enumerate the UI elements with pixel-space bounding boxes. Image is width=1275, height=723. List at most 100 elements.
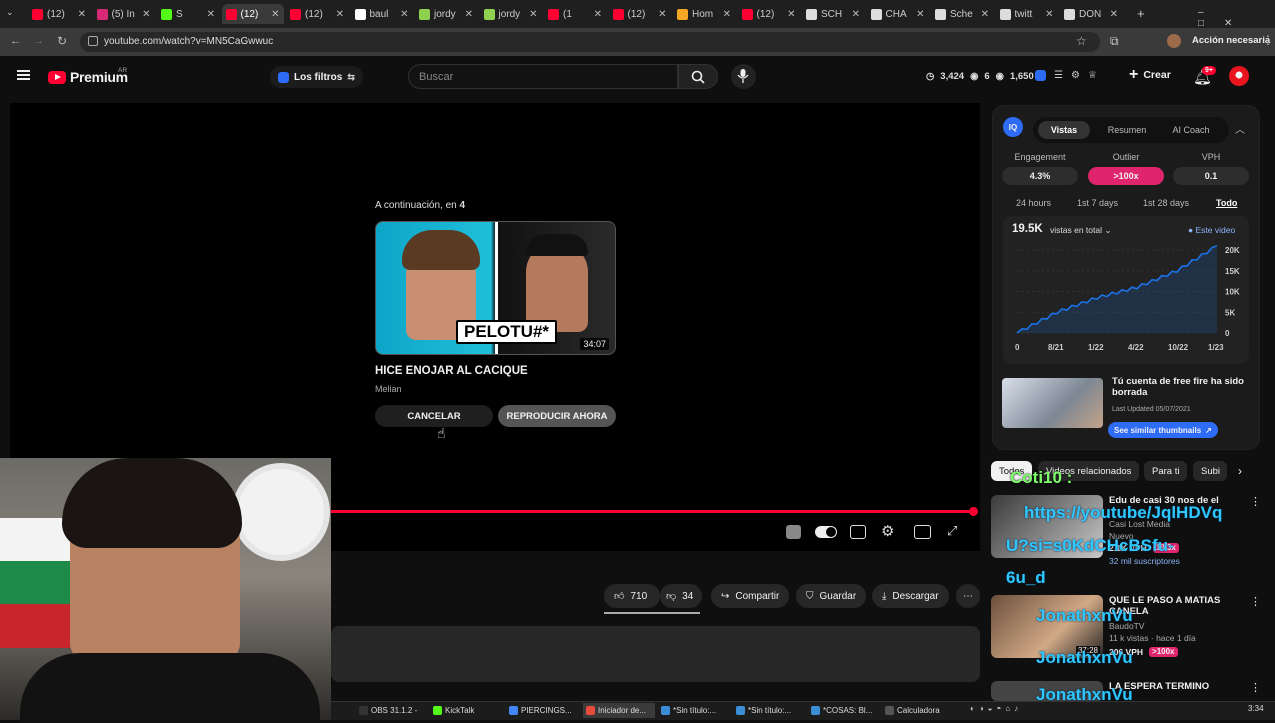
rec-more-icon[interactable]: ⋮ [1250,681,1261,694]
similar-thumbnails-button[interactable]: See similar thumbnails↗ [1108,422,1218,438]
tab-close-icon[interactable]: ✕ [658,9,666,20]
share-button[interactable]: ↪Compartir [711,584,789,608]
subtitles-icon[interactable] [850,525,866,539]
more-actions-button[interactable]: ⋯ [956,584,980,608]
tab-close-icon[interactable]: ✕ [529,9,537,20]
tab-close-icon[interactable]: ✕ [336,9,344,20]
bookmark-star-icon[interactable]: ☆ [1076,34,1087,48]
menu-icon[interactable]: ⋮ [1262,33,1274,47]
browser-tab[interactable]: (5) In✕ [93,4,155,24]
vidiq-toolbar[interactable]: ☰ ⚙ ♕ [1035,70,1097,81]
browser-tab[interactable]: jordy✕ [415,4,477,24]
profile-avatar[interactable] [1167,34,1181,48]
tab-close-icon[interactable]: ✕ [271,9,279,20]
up-next-thumbnail[interactable]: PELOTU#* 34:07 [375,221,616,355]
up-next-title[interactable]: HICE ENOJAR AL CACIQUE [375,365,528,377]
range-all[interactable]: Todo [1216,198,1237,208]
tab-close-icon[interactable]: ✕ [594,9,602,20]
taskbar-item[interactable]: PIERCINGS... [506,703,578,718]
rec-more-icon[interactable]: ⋮ [1250,595,1261,608]
browser-tab[interactable]: jordy✕ [480,4,542,24]
browser-tab[interactable]: Sche✕ [931,4,993,24]
taskbar-item[interactable]: *COSAS: Bl... [808,703,880,718]
tab-close-icon[interactable]: ✕ [1110,9,1118,20]
taskbar-item[interactable]: *Sin título:... [733,703,805,718]
tab-close-icon[interactable]: ✕ [142,9,150,20]
total-views-dropdown[interactable]: vistas en total ⌄ [1050,225,1111,236]
extensions-icon[interactable]: ⧉ [1110,34,1119,49]
promo-title[interactable]: Tú cuenta de free fire ha sido borrada [1112,376,1247,398]
browser-tab[interactable]: CHA✕ [867,4,929,24]
voice-search-button[interactable] [731,64,756,89]
browser-tab[interactable]: (1✕ [544,4,606,24]
tab-close-icon[interactable]: ✕ [916,9,924,20]
rec-more-icon[interactable]: ⋮ [1250,495,1261,508]
taskbar-item[interactable]: Iniciador de... [583,703,655,718]
progress-bar[interactable] [331,510,976,513]
chip-uploads[interactable]: Subi [1193,461,1227,481]
browser-tab[interactable]: DON✕ [1060,4,1122,24]
reload-icon[interactable]: ↻ [57,34,67,48]
tab-close-icon[interactable]: ✕ [400,9,408,20]
range-24h[interactable]: 24 hours [1016,198,1051,208]
progress-scrubber[interactable] [969,507,978,516]
browser-tab[interactable]: (12)✕ [286,4,348,24]
browser-tab[interactable]: (12)✕ [28,4,90,24]
vidiq-tab-vistas[interactable]: Vistas [1038,121,1090,139]
forward-icon[interactable]: → [33,35,44,47]
filters-button[interactable]: Los filtros ⇆ [270,66,363,88]
hamburger-menu-icon[interactable] [17,70,30,80]
collapse-chevron-icon[interactable]: ︿ [1235,121,1245,136]
create-button[interactable]: + Crear [1129,69,1171,81]
youtube-logo[interactable]: Premium [48,69,128,85]
download-button[interactable]: ⤓Descargar [872,584,949,608]
tab-close-icon[interactable]: ✕ [787,9,795,20]
search-button[interactable] [678,64,718,89]
taskbar-item[interactable]: KickTalk [430,703,502,718]
browser-tab[interactable]: (12)✕ [609,4,671,24]
search-input[interactable]: Buscar [408,64,678,89]
fullscreen-icon[interactable]: ⤢ [947,523,957,539]
dislike-button[interactable]: 👎︎34 [660,584,702,608]
up-next-channel[interactable]: Melian [375,384,402,394]
save-button[interactable]: ⛉Guardar [796,584,866,608]
browser-tab[interactable]: (12)✕ [222,4,284,24]
taskbar-item[interactable]: OBS 31.1.2 - [356,703,428,718]
play-now-button[interactable]: REPRODUCIR AHORA [498,405,616,427]
range-28d[interactable]: 1st 28 days [1143,198,1189,208]
window-controls[interactable]: –□✕ [1198,7,1275,29]
browser-tab[interactable]: baul✕ [351,4,413,24]
settings-gear-icon[interactable]: ⚙ [881,522,894,540]
tab-close-icon[interactable]: ✕ [852,9,860,20]
account-avatar[interactable] [1229,66,1249,86]
new-tab-button[interactable]: + [1137,6,1145,21]
vidiq-tab-ai-coach[interactable]: AI Coach [1164,121,1218,139]
tab-close-icon[interactable]: ✕ [981,9,989,20]
browser-tab[interactable]: S✕ [157,4,219,24]
promo-thumbnail[interactable] [1002,378,1103,428]
tab-close-icon[interactable]: ✕ [1045,9,1053,20]
vidiq-player-icon[interactable] [786,525,801,539]
browser-tab[interactable]: SCH✕ [802,4,864,24]
chip-for-you[interactable]: Para ti [1144,461,1187,481]
autoplay-toggle[interactable] [815,526,837,538]
browser-tab[interactable]: twitt✕ [996,4,1058,24]
tab-search-chevron-icon[interactable]: ⌄ [6,7,14,18]
tab-close-icon[interactable]: ✕ [78,9,86,20]
back-icon[interactable]: ← [10,35,21,47]
chips-next-chevron-icon[interactable]: › [1238,464,1242,478]
tab-close-icon[interactable]: ✕ [207,9,215,20]
browser-tab[interactable]: (12)✕ [738,4,800,24]
range-7d[interactable]: 1st 7 days [1077,198,1118,208]
action-needed-button[interactable]: Acción necesaria [1192,35,1270,46]
site-info-icon[interactable] [88,36,98,46]
description-box[interactable] [331,626,980,682]
url-field[interactable]: youtube.com/watch?v=MN5CaGwwuc [80,32,1100,52]
like-button[interactable]: 👍︎710 [604,584,660,608]
vidiq-tab-resumen[interactable]: Resumen [1100,121,1154,139]
cancel-button[interactable]: CANCELAR [375,405,493,427]
tab-close-icon[interactable]: ✕ [465,9,473,20]
browser-tab[interactable]: Hom✕ [673,4,735,24]
taskbar-item[interactable]: Calculadora [882,703,954,718]
theater-mode-icon[interactable] [914,525,931,539]
